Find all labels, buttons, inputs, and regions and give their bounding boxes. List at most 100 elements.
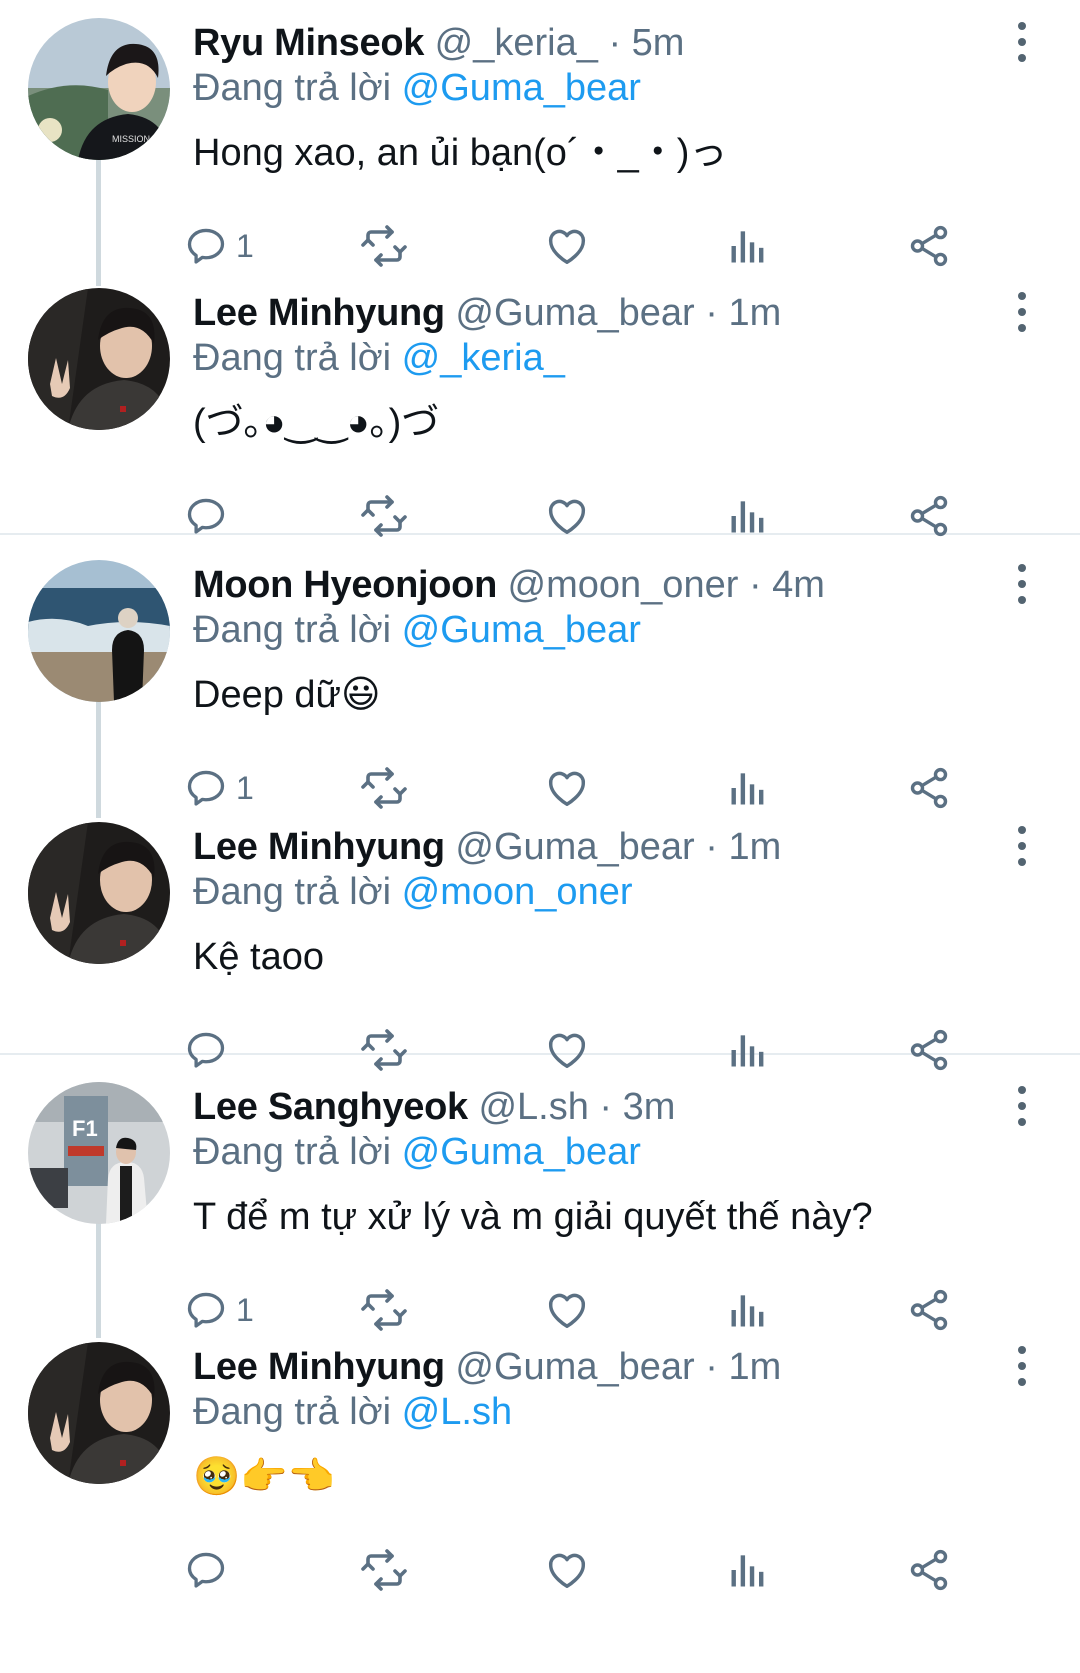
analytics-button[interactable] xyxy=(726,216,770,276)
separator-dot: · xyxy=(705,292,718,334)
display-name[interactable]: Lee Minhyung xyxy=(193,826,445,868)
reply-icon xyxy=(184,494,228,538)
tweet[interactable]: Lee Minhyung @Guma_bear · 1m Đang trả lời… xyxy=(0,1342,1080,1602)
more-options-icon[interactable] xyxy=(1000,826,1044,870)
tweet-actions: 1 xyxy=(0,216,1080,276)
timestamp[interactable]: 1m xyxy=(728,826,781,868)
share-button[interactable] xyxy=(906,216,952,276)
share-icon xyxy=(906,765,952,811)
replying-to-label: Đang trả lời xyxy=(193,1391,392,1433)
replying-to-mention[interactable]: @Guma_bear xyxy=(402,609,641,651)
share-button[interactable] xyxy=(906,1280,952,1340)
reply-button[interactable]: 1 xyxy=(184,216,254,276)
tweet-header: Lee Minhyung @Guma_bear · 1m xyxy=(193,288,781,338)
analytics-button[interactable] xyxy=(726,1020,770,1080)
user-handle[interactable]: @_keria_ xyxy=(435,22,598,64)
reply-count: 1 xyxy=(236,769,254,806)
more-options-icon[interactable] xyxy=(1000,1346,1044,1390)
share-icon xyxy=(906,1547,952,1593)
tweet-actions: 1 xyxy=(0,1280,1080,1340)
tweet[interactable]: F1 Lee Sanghyeok @L.sh · 3m Đang trả lời … xyxy=(0,1082,1080,1342)
reply-icon xyxy=(184,1288,228,1332)
avatar[interactable] xyxy=(28,560,170,702)
like-button[interactable] xyxy=(544,486,590,546)
avatar[interactable] xyxy=(28,822,170,964)
analytics-button[interactable] xyxy=(726,486,770,546)
replying-to-mention[interactable]: @L.sh xyxy=(402,1391,512,1433)
analytics-button[interactable] xyxy=(726,758,770,818)
retweet-button[interactable] xyxy=(360,758,408,818)
reply-button[interactable]: 1 xyxy=(184,1280,254,1340)
reply-icon xyxy=(184,1548,228,1592)
display-name[interactable]: Lee Sanghyeok xyxy=(193,1086,468,1128)
timestamp[interactable]: 1m xyxy=(728,1346,781,1388)
user-handle[interactable]: @Guma_bear xyxy=(455,1346,694,1388)
avatar[interactable]: MISSION xyxy=(28,18,170,160)
retweet-button[interactable] xyxy=(360,1540,408,1600)
separator-dot: · xyxy=(705,1346,718,1388)
user-handle[interactable]: @Guma_bear xyxy=(455,292,694,334)
user-handle[interactable]: @Guma_bear xyxy=(455,826,694,868)
tweet[interactable]: Lee Minhyung @Guma_bear · 1m Đang trả lời… xyxy=(0,822,1080,1082)
share-icon xyxy=(906,223,952,269)
analytics-icon xyxy=(726,224,770,268)
display-name[interactable]: Lee Minhyung xyxy=(193,1346,445,1388)
share-button[interactable] xyxy=(906,758,952,818)
like-button[interactable] xyxy=(544,758,590,818)
tweet[interactable]: Moon Hyeonjoon @moon_oner · 4m Đang trả l… xyxy=(0,560,1080,820)
reply-button[interactable]: 1 xyxy=(184,758,254,818)
more-options-icon[interactable] xyxy=(1000,22,1044,66)
tweet-text: Kệ taoo xyxy=(193,936,324,978)
analytics-icon xyxy=(726,1028,770,1072)
tweet-text: Hong xao, an ủi bạn(o´・_・)っ xyxy=(193,132,728,174)
display-name[interactable]: Ryu Minseok xyxy=(193,22,424,64)
avatar[interactable]: F1 xyxy=(28,1082,170,1224)
retweet-button[interactable] xyxy=(360,1020,408,1080)
replying-to-mention[interactable]: @Guma_bear xyxy=(402,1131,641,1173)
like-button[interactable] xyxy=(544,1020,590,1080)
reply-count: 1 xyxy=(236,227,254,264)
replying-to-mention[interactable]: @_keria_ xyxy=(402,337,565,379)
like-button[interactable] xyxy=(544,216,590,276)
retweet-button[interactable] xyxy=(360,216,408,276)
separator-dot: · xyxy=(599,1086,613,1128)
share-icon xyxy=(906,1027,952,1073)
replying-to-mention[interactable]: @moon_oner xyxy=(402,871,633,913)
timestamp[interactable]: 4m xyxy=(772,564,825,606)
timestamp[interactable]: 3m xyxy=(623,1086,676,1128)
avatar[interactable] xyxy=(28,1342,170,1484)
analytics-button[interactable] xyxy=(726,1280,770,1340)
display-name[interactable]: Lee Minhyung xyxy=(193,292,445,334)
like-button[interactable] xyxy=(544,1280,590,1340)
replying-to-label: Đang trả lời xyxy=(193,609,392,651)
retweet-button[interactable] xyxy=(360,486,408,546)
share-button[interactable] xyxy=(906,1020,952,1080)
share-button[interactable] xyxy=(906,1540,952,1600)
analytics-button[interactable] xyxy=(726,1540,770,1600)
replying-to-label: Đang trả lời xyxy=(193,1131,392,1173)
reply-button[interactable] xyxy=(184,486,236,546)
retweet-button[interactable] xyxy=(360,1280,408,1340)
tweet[interactable]: Lee Minhyung @Guma_bear · 1m Đang trả lời… xyxy=(0,288,1080,548)
reply-count: 1 xyxy=(236,1291,254,1328)
tweet[interactable]: MISSION Ryu Minseok @_keria_ · 5m Đang tr… xyxy=(0,18,1080,278)
like-icon xyxy=(544,493,590,539)
display-name[interactable]: Moon Hyeonjoon xyxy=(193,564,497,606)
more-options-icon[interactable] xyxy=(1000,292,1044,336)
user-handle[interactable]: @L.sh xyxy=(478,1086,588,1128)
reply-button[interactable] xyxy=(184,1540,236,1600)
share-button[interactable] xyxy=(906,486,952,546)
svg-text:F1: F1 xyxy=(72,1116,98,1141)
reply-button[interactable] xyxy=(184,1020,236,1080)
retweet-icon xyxy=(360,222,408,270)
replying-to-mention[interactable]: @Guma_bear xyxy=(402,67,641,109)
more-options-icon[interactable] xyxy=(1000,564,1044,608)
more-options-icon[interactable] xyxy=(1000,1086,1044,1130)
replying-to: Đang trả lời @Guma_bear xyxy=(193,605,641,655)
timestamp[interactable]: 5m xyxy=(632,22,685,64)
like-button[interactable] xyxy=(544,1540,590,1600)
avatar[interactable] xyxy=(28,288,170,430)
timestamp[interactable]: 1m xyxy=(728,292,781,334)
user-handle[interactable]: @moon_oner xyxy=(508,564,739,606)
like-icon xyxy=(544,1027,590,1073)
